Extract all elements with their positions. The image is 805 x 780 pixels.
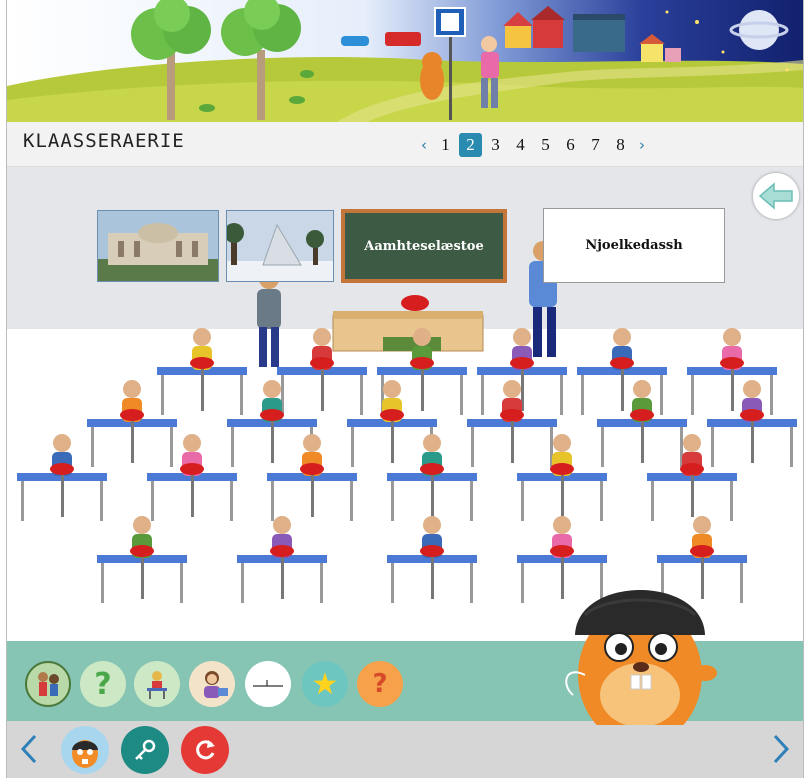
beaver-mascot-illustration <box>565 590 717 745</box>
header-banner <box>7 0 803 122</box>
title-bar: KLAASSERAERIE ‹ 1 2 3 4 5 6 7 8 › <box>7 122 803 167</box>
parliament-building-thumbnail[interactable] <box>97 210 219 282</box>
reload-icon <box>196 740 215 760</box>
question-tool-button[interactable]: ? <box>80 661 126 707</box>
teacher-icon <box>204 671 228 698</box>
parliament-building-photo <box>98 211 218 281</box>
bottom-navigation <box>7 721 803 778</box>
page-title: KLAASSERAERIE <box>23 130 185 152</box>
question-mark-icon: ? <box>94 666 112 702</box>
student-desk-icon <box>147 671 167 699</box>
chevron-right-icon <box>773 734 790 764</box>
line-icon <box>253 680 283 687</box>
key-icon <box>135 739 156 760</box>
pager-page-4[interactable]: 4 <box>508 133 533 157</box>
pager-page-1[interactable]: 1 <box>433 133 458 157</box>
assembly-board-button[interactable]: Aamhteselæstoe <box>341 209 507 283</box>
teacher-tool-button[interactable] <box>189 661 235 707</box>
blank-tool-button[interactable] <box>245 661 291 707</box>
back-arrow-button[interactable] <box>753 173 799 219</box>
mascot-home-button[interactable] <box>61 726 109 774</box>
pager-prev-button[interactable]: ‹ <box>415 136 433 154</box>
nav-next-button[interactable] <box>767 731 795 767</box>
pager-page-5[interactable]: 5 <box>533 133 558 157</box>
sami-parliament-thumbnail[interactable] <box>226 210 334 282</box>
question-orange-icon: ? <box>372 669 388 699</box>
pager-page-3[interactable]: 3 <box>483 133 508 157</box>
sami-parliament-photo <box>227 211 333 281</box>
rules-card-button[interactable]: Njoelkedassh <box>543 208 725 283</box>
key-button[interactable] <box>121 726 169 774</box>
mascot-beaver-icon <box>72 740 98 768</box>
beaver-mascot <box>555 555 725 745</box>
star-tool-button[interactable]: ★ <box>302 661 348 707</box>
banner-illustration <box>7 0 803 122</box>
quiz-tool-button[interactable]: ? <box>357 661 403 707</box>
reload-button[interactable] <box>181 726 229 774</box>
desk-tool-button[interactable] <box>134 661 180 707</box>
arrow-left-icon <box>758 182 793 210</box>
nav-prev-button[interactable] <box>15 731 43 767</box>
pager-next-button[interactable]: › <box>633 136 651 154</box>
pupils-icon <box>38 672 59 696</box>
star-icon: ★ <box>311 666 339 702</box>
pager-page-7[interactable]: 7 <box>583 133 608 157</box>
pager-page-8[interactable]: 8 <box>608 133 633 157</box>
pager-page-6[interactable]: 6 <box>558 133 583 157</box>
app-frame: KLAASSERAERIE ‹ 1 2 3 4 5 6 7 8 › Aamhte… <box>6 0 804 778</box>
pupils-tool-button[interactable] <box>25 661 71 707</box>
chevron-left-icon <box>20 734 37 764</box>
page-pagination: ‹ 1 2 3 4 5 6 7 8 › <box>415 132 651 158</box>
pager-page-2[interactable]: 2 <box>459 133 482 157</box>
